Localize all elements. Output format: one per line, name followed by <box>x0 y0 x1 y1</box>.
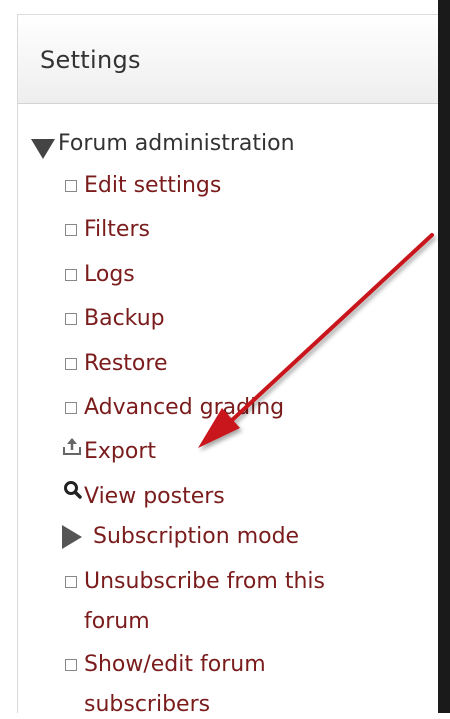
bullet-icon <box>65 402 77 414</box>
bullet-icon <box>65 659 77 671</box>
bullet-icon <box>65 358 77 370</box>
expanded-triangle-icon[interactable] <box>31 139 55 159</box>
magnifier-icon <box>64 481 82 499</box>
window-edge <box>438 0 450 713</box>
bullet-icon <box>65 576 77 588</box>
tree-item-label[interactable]: Edit settings <box>84 172 221 200</box>
settings-block: Settings Forum administration Edit setti… <box>17 14 439 717</box>
tree-item-label-line2[interactable]: forum <box>84 608 150 636</box>
collapsed-triangle-icon[interactable] <box>62 525 82 549</box>
block-title: Settings <box>40 46 141 74</box>
bullet-icon <box>65 313 77 325</box>
tree-item-label[interactable]: View posters <box>84 483 225 511</box>
bullet-icon <box>65 180 77 192</box>
tree-item-label[interactable]: Export <box>84 438 156 466</box>
tree-item-label[interactable]: Logs <box>84 261 135 289</box>
tree-item-label-line1[interactable]: Unsubscribe from this <box>84 568 325 596</box>
bullet-icon <box>65 224 77 236</box>
tree-item-label[interactable]: Backup <box>84 305 165 333</box>
tree-item-label-line1[interactable]: Show/edit forum <box>84 651 266 679</box>
bullet-icon <box>65 269 77 281</box>
tree-item-label[interactable]: Advanced grading <box>84 394 284 422</box>
tree-item-label[interactable]: Restore <box>84 350 167 378</box>
tree-item-label[interactable]: Filters <box>84 216 150 244</box>
settings-block-header: Settings <box>18 14 438 104</box>
tree-root-label[interactable]: Forum administration <box>58 130 295 158</box>
settings-panel-frame: Settings Forum administration Edit setti… <box>0 0 450 717</box>
export-icon <box>63 438 81 455</box>
tree-item-label[interactable]: Subscription mode <box>93 523 299 551</box>
tree-item-label-line2[interactable]: subscribers <box>84 691 210 719</box>
